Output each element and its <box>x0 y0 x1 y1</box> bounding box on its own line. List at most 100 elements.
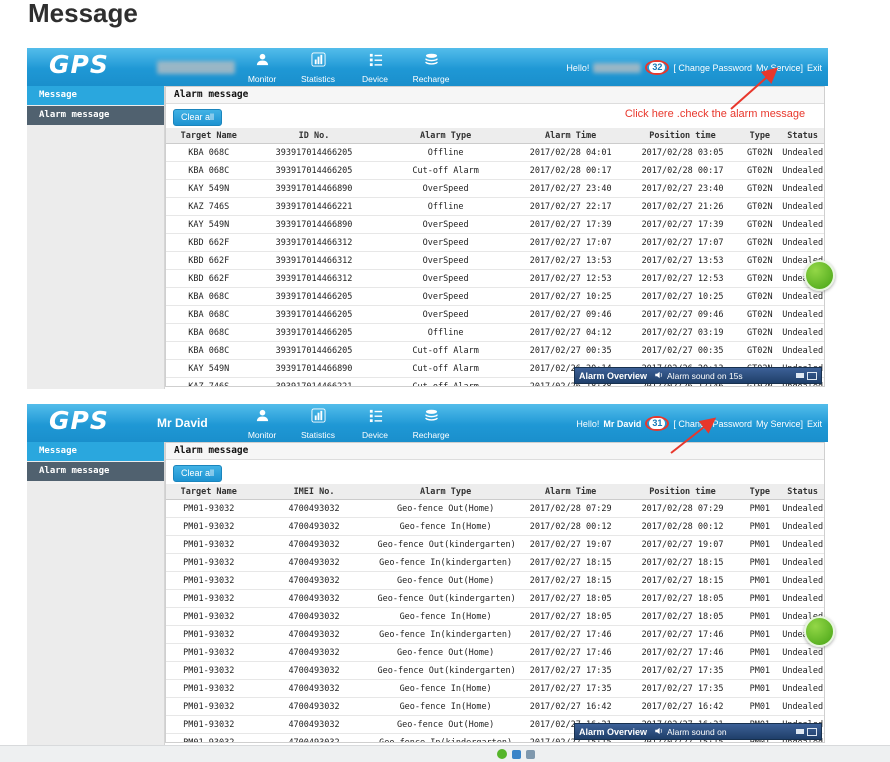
alarm-table: Target NameID No.Alarm TypeAlarm TimePos… <box>166 128 824 387</box>
alarm-cell: KBD 662F <box>166 270 252 288</box>
column-header: Position time <box>627 484 739 500</box>
alarm-cell: 4700493032 <box>252 698 377 716</box>
alarm-row[interactable]: PM01-930324700493032Geo-fence Out(Home)2… <box>166 500 824 518</box>
alarm-cell: PM01-93032 <box>166 536 252 554</box>
page-title: Message <box>28 0 138 29</box>
alarm-cell: 2017/02/27 10:25 <box>515 288 627 306</box>
alarm-cell: 2017/02/28 00:17 <box>627 162 739 180</box>
alarm-row[interactable]: PM01-930324700493032Geo-fence In(Home)20… <box>166 608 824 626</box>
alarm-cell: 2017/02/27 17:35 <box>515 680 627 698</box>
alarm-row[interactable]: KBA 068C393917014466205Offline2017/02/27… <box>166 324 824 342</box>
alarm-cell: 2017/02/28 00:12 <box>627 518 739 536</box>
alarm-row[interactable]: KAY 549N393917014466890OverSpeed2017/02/… <box>166 180 824 198</box>
hello-text: Hello! <box>576 419 599 429</box>
alarm-cell: KBA 068C <box>166 324 252 342</box>
alarm-cell: 393917014466312 <box>252 252 377 270</box>
alarm-cell: OverSpeed <box>377 252 515 270</box>
alarm-cell: PM01-93032 <box>166 500 252 518</box>
alarm-cell: 393917014466890 <box>252 360 377 378</box>
alarm-row[interactable]: PM01-930324700493032Geo-fence Out(Home)2… <box>166 572 824 590</box>
exit-link[interactable]: Exit <box>807 419 822 429</box>
alarm-cell: 2017/02/27 09:46 <box>627 306 739 324</box>
alarm-row[interactable]: PM01-930324700493032Geo-fence Out(kinder… <box>166 590 824 608</box>
alarm-cell: 2017/02/27 18:05 <box>627 608 739 626</box>
plugin-icon-2[interactable] <box>526 750 535 759</box>
nav-device[interactable]: Device <box>346 408 404 443</box>
alarm-row[interactable]: KBA 068C393917014466205Cut-off Alarm2017… <box>166 342 824 360</box>
alarm-row[interactable]: KBA 068C393917014466205Offline2017/02/28… <box>166 144 824 162</box>
alarm-row[interactable]: KBA 068C393917014466205OverSpeed2017/02/… <box>166 306 824 324</box>
alarm-cell: OverSpeed <box>377 270 515 288</box>
overview-popout-icon[interactable] <box>807 728 817 736</box>
alarm-cell: 2017/02/27 17:39 <box>627 216 739 234</box>
alarm-row[interactable]: PM01-930324700493032Geo-fence In(kinderg… <box>166 626 824 644</box>
exit-link[interactable]: Exit <box>807 63 822 73</box>
alarm-row[interactable]: PM01-930324700493032Geo-fence Out(kinder… <box>166 662 824 680</box>
alarm-cell: PM01-93032 <box>166 590 252 608</box>
sidebar-item-alarm-message[interactable]: Alarm message <box>27 462 164 481</box>
alarm-row[interactable]: PM01-930324700493032Geo-fence Out(Home)2… <box>166 644 824 662</box>
alarm-row[interactable]: KBA 068C393917014466205Cut-off Alarm2017… <box>166 162 824 180</box>
nav-device[interactable]: Device <box>346 52 404 87</box>
nav-statistics-label: Statistics <box>301 74 335 84</box>
my-service-link[interactable]: My Service] <box>756 419 803 429</box>
nav-monitor[interactable]: Monitor <box>233 52 291 87</box>
alarm-cell: PM01 <box>738 554 781 572</box>
clear-all-button[interactable]: Clear all <box>173 465 222 482</box>
alarm-cell: 2017/02/27 19:07 <box>627 536 739 554</box>
overview-popout-icon[interactable] <box>807 372 817 380</box>
alarm-row[interactable]: KBA 068C393917014466205OverSpeed2017/02/… <box>166 288 824 306</box>
overview-collapse-icon[interactable] <box>796 373 804 378</box>
main-content: Alarm message Clear all Target NameID No… <box>165 86 825 387</box>
nav-monitor[interactable]: Monitor <box>233 408 291 443</box>
alarm-row[interactable]: PM01-930324700493032Geo-fence In(Home)20… <box>166 680 824 698</box>
alarm-count-badge[interactable]: 32 <box>649 62 665 73</box>
alarm-cell: GT02N <box>738 234 781 252</box>
alarm-row[interactable]: KBD 662F393917014466312OverSpeed2017/02/… <box>166 234 824 252</box>
alarm-cell: Geo-fence Out(kindergarten) <box>377 662 515 680</box>
alarm-overview-bar[interactable]: Alarm Overview Alarm sound on <box>574 723 822 740</box>
nav-statistics[interactable]: Statistics <box>289 52 347 87</box>
alarm-cell: Undealed <box>781 144 824 162</box>
nav-recharge[interactable]: Recharge <box>402 408 460 443</box>
service-float-button[interactable] <box>804 260 835 291</box>
alarm-row[interactable]: KAZ 746S393917014466221Offline2017/02/27… <box>166 198 824 216</box>
alarm-cell: Undealed <box>781 572 824 590</box>
alarm-cell: Undealed <box>781 342 824 360</box>
nav-statistics[interactable]: Statistics <box>289 408 347 443</box>
service-float-button[interactable] <box>804 616 835 647</box>
alarm-cell: 2017/02/27 16:42 <box>627 698 739 716</box>
alarm-cell: PM01 <box>738 518 781 536</box>
alarm-cell: Undealed <box>781 180 824 198</box>
alarm-cell: Cut-off Alarm <box>377 360 515 378</box>
column-header: Alarm Time <box>515 484 627 500</box>
alarm-cell: 4700493032 <box>252 500 377 518</box>
alarm-cell: 2017/02/27 17:46 <box>627 644 739 662</box>
plugin-icon[interactable] <box>512 750 521 759</box>
alarm-cell: 393917014466221 <box>252 378 377 388</box>
alarm-cell: GT02N <box>738 198 781 216</box>
alarm-row[interactable]: PM01-930324700493032Geo-fence In(Home)20… <box>166 518 824 536</box>
alarm-cell: OverSpeed <box>377 234 515 252</box>
alarm-cell: 2017/02/27 22:17 <box>515 198 627 216</box>
alarm-cell: Undealed <box>781 324 824 342</box>
overview-collapse-icon[interactable] <box>796 729 804 734</box>
alarm-row[interactable]: KBD 662F393917014466312OverSpeed2017/02/… <box>166 252 824 270</box>
sidebar-item-message[interactable]: Message <box>27 442 164 461</box>
alarm-row[interactable]: KAY 549N393917014466890OverSpeed2017/02/… <box>166 216 824 234</box>
alarm-cell: 4700493032 <box>252 536 377 554</box>
alarm-row[interactable]: PM01-930324700493032Geo-fence Out(kinder… <box>166 536 824 554</box>
alarm-cell: Geo-fence In(Home) <box>377 608 515 626</box>
nav-recharge[interactable]: Recharge <box>402 52 460 87</box>
alarm-cell: KBA 068C <box>166 162 252 180</box>
alarm-cell: Undealed <box>781 198 824 216</box>
sidebar-item-alarm-message[interactable]: Alarm message <box>27 106 164 125</box>
alarm-cell: KBD 662F <box>166 252 252 270</box>
clear-all-button[interactable]: Clear all <box>173 109 222 126</box>
sidebar-item-message[interactable]: Message <box>27 86 164 105</box>
chat-icon[interactable] <box>497 749 507 759</box>
alarm-row[interactable]: KBD 662F393917014466312OverSpeed2017/02/… <box>166 270 824 288</box>
alarm-row[interactable]: PM01-930324700493032Geo-fence In(kinderg… <box>166 554 824 572</box>
alarm-overview-bar[interactable]: Alarm Overview Alarm sound on 15s <box>574 367 822 384</box>
alarm-row[interactable]: PM01-930324700493032Geo-fence In(Home)20… <box>166 698 824 716</box>
